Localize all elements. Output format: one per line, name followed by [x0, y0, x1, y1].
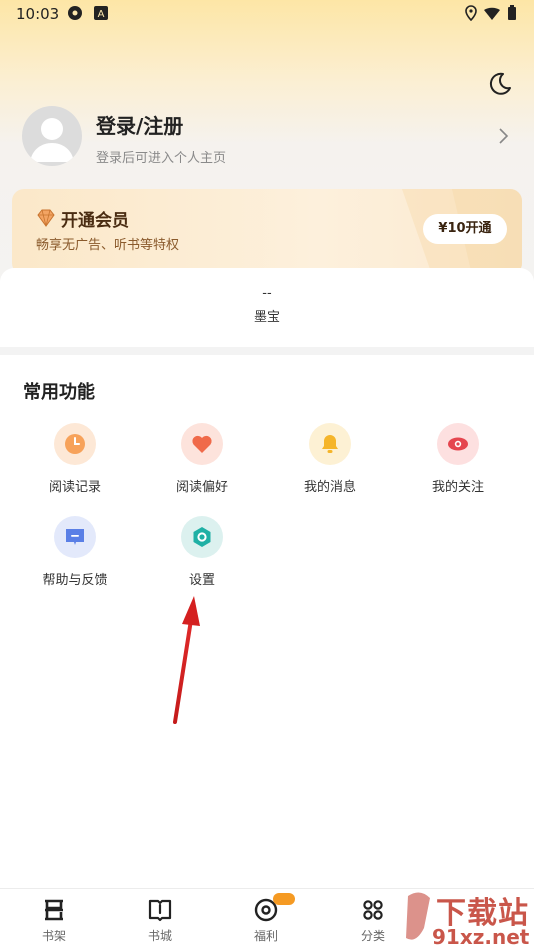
function-icon-bg: [309, 423, 351, 465]
login-register-link[interactable]: 登录/注册: [96, 110, 183, 139]
coin-label[interactable]: 墨宝: [0, 306, 534, 325]
function-icon-bg: [437, 423, 479, 465]
welfare-badge: [273, 893, 295, 905]
tab-label: 书架: [41, 929, 66, 943]
function-icon-bg: [181, 423, 223, 465]
book-open-icon: [148, 899, 172, 922]
function-label: 阅读偏好: [175, 480, 228, 495]
diamond-icon: [37, 209, 55, 227]
function-label: 设置: [188, 573, 215, 588]
function-icon-bg: [54, 423, 96, 465]
status-bar: 10:03 A: [0, 0, 534, 28]
battery-icon: [508, 5, 516, 20]
function-reading-history[interactable]: 阅读记录: [20, 423, 130, 503]
clock-icon: [65, 434, 85, 454]
bell-icon: [322, 435, 338, 453]
tab-bookstore[interactable]: 书城: [120, 889, 200, 950]
vip-subtitle: 畅享无广告、听书等特权: [36, 238, 180, 253]
function-reading-preference[interactable]: 阅读偏好: [147, 423, 257, 503]
coin-value[interactable]: --: [0, 286, 534, 301]
grid-icon: [363, 900, 383, 920]
function-icon-bg: [54, 516, 96, 558]
hexagon-settings-icon: [193, 527, 211, 547]
eye-icon: [448, 437, 468, 451]
login-hint: 登录后可进入个人主页: [96, 151, 227, 166]
message-icon: [66, 529, 84, 545]
function-settings[interactable]: 设置: [147, 516, 257, 596]
bookshelf-icon: [45, 899, 63, 921]
location-icon: [465, 5, 477, 21]
default-avatar-icon: [30, 118, 74, 162]
section-divider: [0, 347, 534, 355]
avatar[interactable]: [22, 106, 82, 166]
a-letter-icon: A: [94, 6, 108, 20]
status-time: 10:03: [16, 5, 60, 23]
annotation-arrow: [173, 596, 200, 724]
watermark-url: 91xz.net: [432, 925, 530, 949]
tab-bookshelf[interactable]: 书架: [14, 889, 94, 950]
heart-icon: [192, 435, 212, 453]
svg-text:A: A: [98, 9, 105, 20]
vip-title: 开通会员: [61, 211, 129, 231]
function-icon-bg: [181, 516, 223, 558]
tab-category[interactable]: 分类: [333, 889, 413, 950]
vip-open-button[interactable]: ¥10开通: [423, 214, 507, 244]
night-mode-icon[interactable]: [486, 70, 514, 98]
tab-label: 书城: [147, 929, 172, 943]
chevron-right-icon[interactable]: [496, 126, 510, 146]
function-my-messages[interactable]: 我的消息: [275, 423, 385, 503]
tab-label: 分类: [360, 929, 385, 943]
sync-icon: [68, 6, 82, 20]
function-my-follows[interactable]: 我的关注: [403, 423, 513, 503]
function-label: 帮助与反馈: [42, 573, 108, 588]
function-label: 我的关注: [431, 480, 484, 495]
wifi-icon: [484, 7, 500, 20]
function-help-feedback[interactable]: 帮助与反馈: [20, 516, 130, 596]
function-label: 阅读记录: [48, 480, 101, 495]
tab-label: 福利: [253, 929, 278, 943]
functions-title: 常用功能: [23, 382, 95, 403]
function-label: 我的消息: [303, 480, 356, 495]
